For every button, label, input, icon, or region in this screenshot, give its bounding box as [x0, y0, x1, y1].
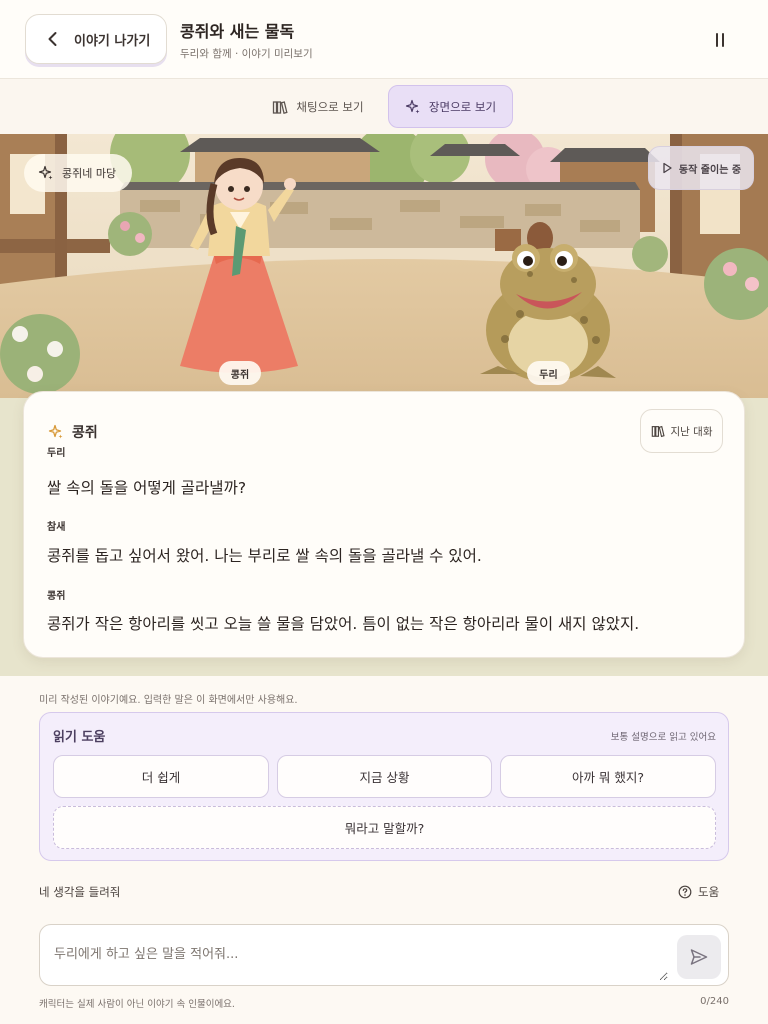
character-tag-kongjwi: 콩쥐: [219, 361, 261, 385]
reading-help-title: 읽기 도움: [53, 730, 106, 745]
message-composer: [39, 924, 729, 986]
sparkle-icon: [405, 99, 420, 113]
story-scene: 콩쥐네 마당 동작 줄이는 중 콩쥐 두리: [0, 134, 768, 398]
pause-icon: [716, 33, 718, 47]
tab-chat-label: 채팅으로 보기: [296, 99, 364, 114]
reading-help-panel: 읽기 도움 보통 설명으로 읽고 있어요 더 쉽게 지금 상황 아까 뭐 했지?…: [39, 712, 729, 861]
send-icon: [690, 949, 708, 965]
dialogue-line: 콩쥐가 작은 항아리를 씻고 오늘 쓸 물을 담았어. 틈이 없는 작은 항아리…: [47, 615, 640, 633]
current-speaker: 콩쥐: [48, 422, 98, 442]
reading-help-status: 보통 설명으로 읽고 있어요: [610, 732, 716, 743]
exit-story-button[interactable]: 이야기 나가기: [25, 14, 167, 64]
tab-chat-view[interactable]: 채팅으로 보기: [258, 85, 378, 128]
current-speaker-name: 콩쥐: [72, 425, 98, 441]
dialogue-line: 콩쥐를 돕고 싶어서 왔어. 나는 부리로 쌀 속의 돌을 골라낼 수 있어.: [47, 547, 482, 565]
question-circle-icon: [678, 885, 692, 899]
easier-button[interactable]: 더 쉽게: [53, 755, 269, 798]
page-title: 콩쥐와 새는 물독: [180, 22, 295, 41]
speaker-name: 콩쥐: [47, 591, 66, 602]
help-label: 도움: [698, 885, 720, 899]
scene-location-label: 콩쥐네 마당: [62, 167, 117, 180]
character-tag-duri: 두리: [527, 361, 570, 385]
composer-label: 네 생각을 들려줘: [39, 885, 121, 899]
speaker-name: 참새: [47, 522, 66, 533]
app-header: 이야기 나가기 콩쥐와 새는 물독 두리와 함께 · 이야기 미리보기: [0, 0, 768, 79]
pause-button[interactable]: [704, 24, 736, 56]
tab-scene-label: 장면으로 보기: [428, 99, 497, 114]
scene-location-badge: 콩쥐네 마당: [24, 154, 133, 192]
exit-story-label: 이야기 나가기: [74, 33, 151, 49]
books-icon: [651, 425, 665, 438]
sparkle-icon: [48, 424, 63, 439]
dialogue-line: 쌀 속의 돌을 어떻게 골라낼까?: [47, 479, 247, 497]
character-counter: 0/240: [700, 996, 729, 1007]
play-icon: [663, 162, 672, 174]
dialogue-card: 콩쥐 지난 대화 두리 쌀 속의 돌을 어떻게 골라낼까? 참새 콩쥐를 돕고 …: [23, 391, 745, 658]
chevron-left-icon: [48, 32, 57, 46]
recap-button[interactable]: 아까 뭐 했지?: [500, 755, 716, 798]
message-input[interactable]: [40, 925, 668, 981]
reduce-motion-button[interactable]: 동작 줄이는 중: [648, 146, 754, 190]
books-icon: [273, 100, 288, 114]
reduce-motion-label: 동작 줄이는 중: [678, 164, 742, 176]
suggest-reply-button[interactable]: 뭐라고 말할까?: [53, 806, 716, 849]
sparkle-icon: [38, 165, 53, 180]
view-tabs: 채팅으로 보기 장면으로 보기: [0, 79, 768, 134]
page-subtitle: 두리와 함께 · 이야기 미리보기: [180, 48, 313, 60]
character-disclaimer: 캐릭터는 실제 사람이 아닌 이야기 속 인물이에요.: [39, 999, 235, 1010]
preview-notice: 미리 작성된 이야기예요. 입력한 말은 이 화면에서만 사용해요.: [39, 695, 298, 706]
tab-scene-view[interactable]: 장면으로 보기: [388, 85, 513, 128]
past-dialogue-button[interactable]: 지난 대화: [640, 409, 723, 453]
current-situation-button[interactable]: 지금 상황: [277, 755, 492, 798]
speaker-name: 두리: [47, 448, 66, 459]
past-dialogue-label: 지난 대화: [670, 425, 713, 438]
help-button[interactable]: 도움: [678, 884, 719, 900]
send-button[interactable]: [677, 935, 721, 979]
